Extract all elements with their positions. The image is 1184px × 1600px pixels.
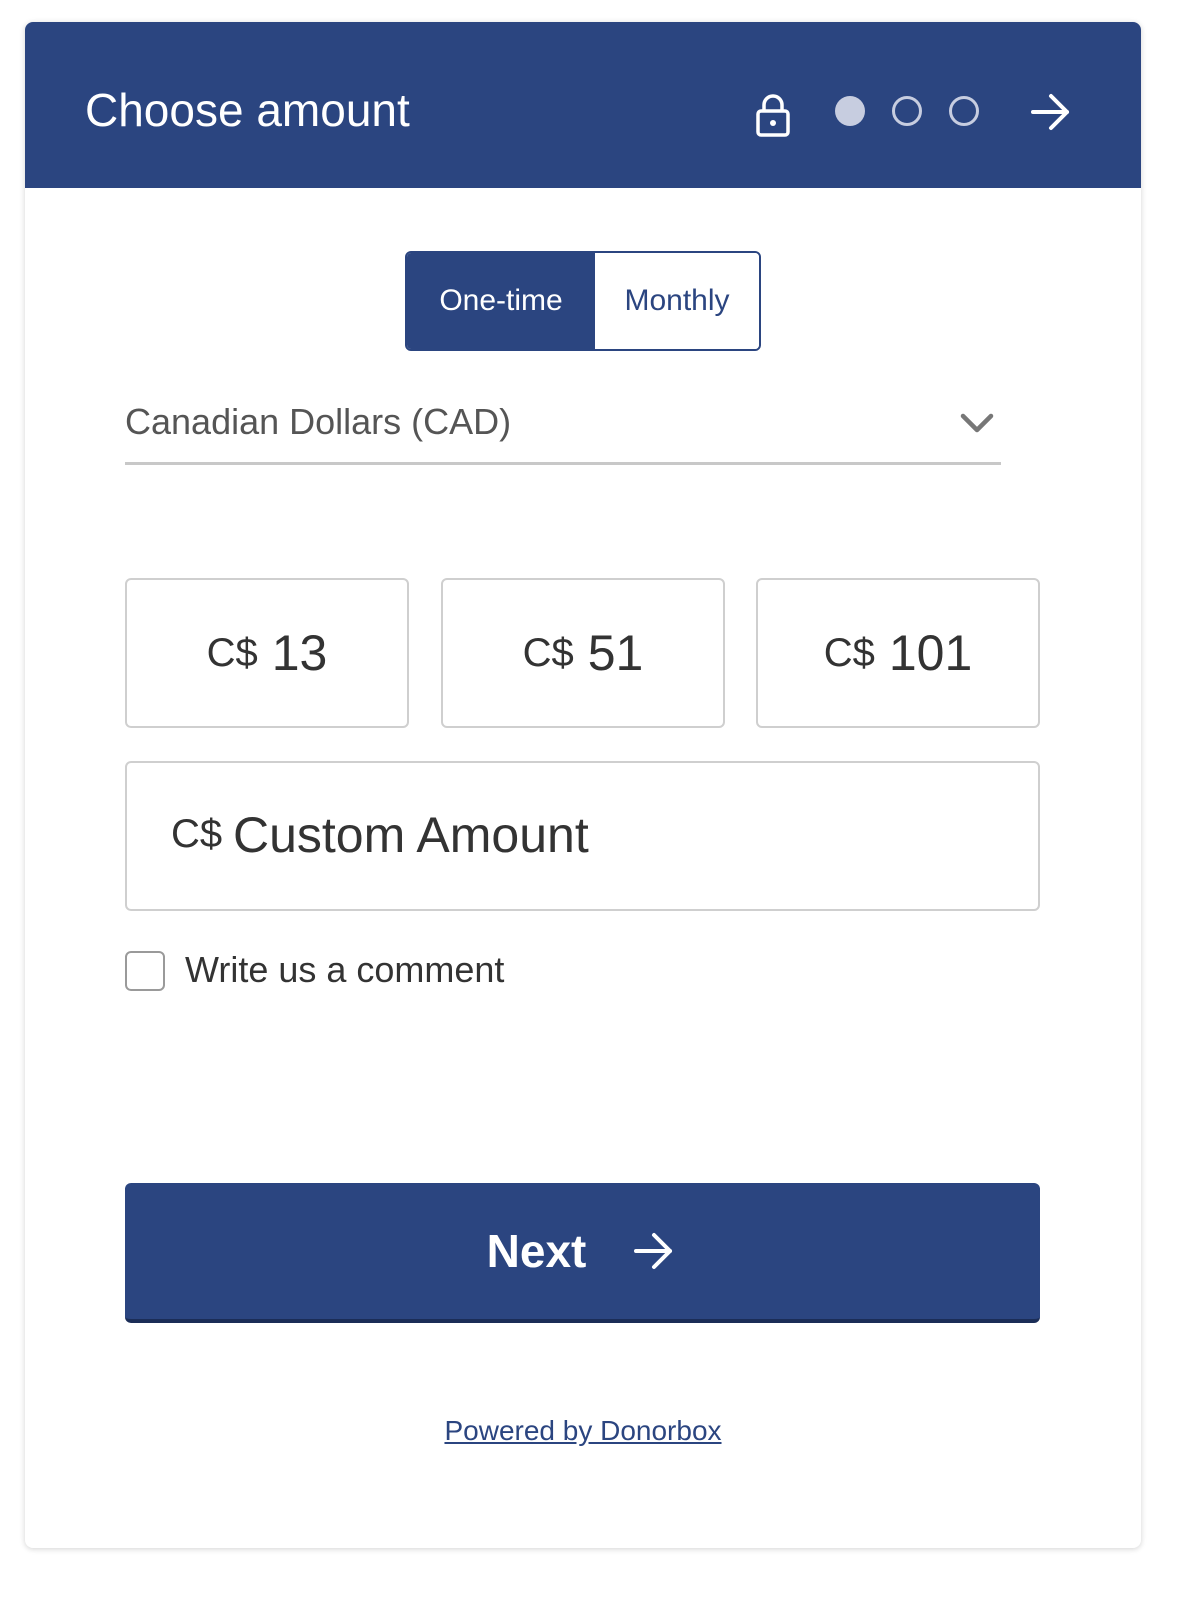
amount-value: 51 (587, 625, 644, 681)
one-time-button[interactable]: One-time (407, 253, 595, 349)
custom-amount-currency: C$ (171, 812, 223, 856)
frequency-toggle: One-time Monthly (405, 251, 761, 351)
currency-selected-value: Canadian Dollars (CAD) (125, 401, 512, 442)
header-title: Choose amount (85, 84, 410, 136)
powered-by-link[interactable]: Powered by Donorbox (25, 1415, 1141, 1447)
amount-option-13[interactable]: C$ 13 (125, 578, 409, 728)
comment-label[interactable]: Write us a comment (185, 948, 504, 992)
arrow-right-icon[interactable] (1027, 88, 1075, 136)
chevron-down-icon (960, 413, 994, 433)
currency-select[interactable]: Canadian Dollars (CAD) (125, 398, 1001, 465)
step-indicator-3 (949, 96, 979, 126)
lock-icon (756, 94, 790, 137)
comment-checkbox[interactable] (125, 951, 165, 991)
amount-option-51[interactable]: C$ 51 (441, 578, 725, 728)
donation-widget: Choose amount One-time Monthly Canadian … (25, 22, 1141, 1548)
arrow-right-icon (634, 1233, 673, 1269)
widget-header: Choose amount (25, 22, 1141, 188)
monthly-button[interactable]: Monthly (595, 253, 759, 349)
amount-currency: C$ (522, 630, 574, 675)
next-button[interactable]: Next (125, 1183, 1040, 1323)
step-indicator-2 (892, 96, 922, 126)
step-indicator-1 (835, 96, 865, 126)
custom-amount-placeholder: Custom Amount (233, 807, 589, 863)
amount-currency: C$ (823, 630, 875, 675)
next-button-label: Next (486, 1225, 587, 1277)
custom-amount-input[interactable]: C$ Custom Amount (125, 761, 1040, 911)
amount-currency: C$ (206, 630, 258, 675)
amount-option-101[interactable]: C$ 101 (756, 578, 1040, 728)
amount-value: 13 (271, 625, 328, 681)
amount-value: 101 (888, 625, 973, 681)
